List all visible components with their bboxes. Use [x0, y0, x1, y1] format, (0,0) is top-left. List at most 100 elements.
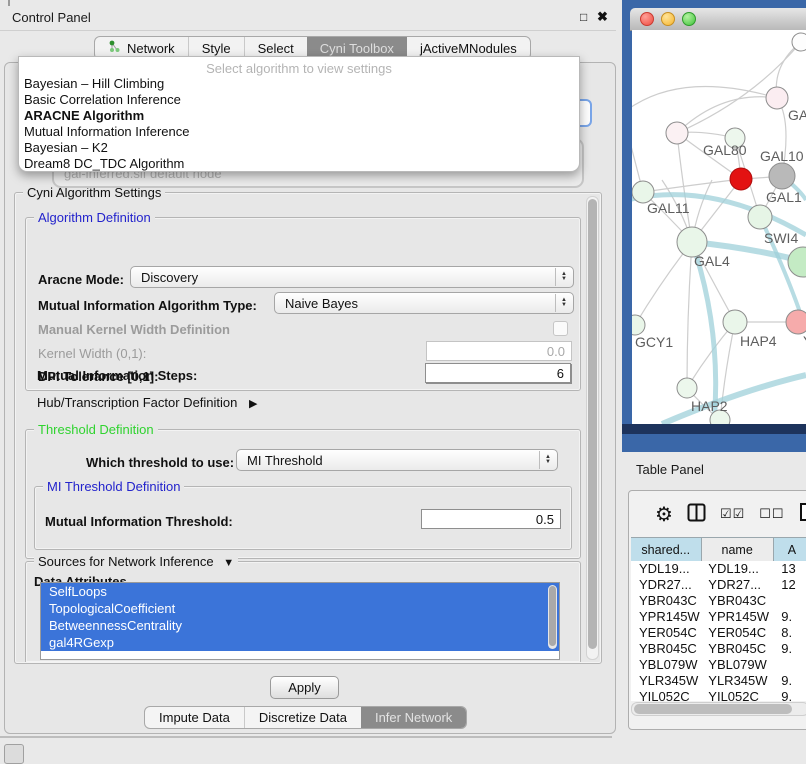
table-cell[interactable]: YDR27...	[631, 577, 700, 593]
table-cell[interactable]: YDL19...	[700, 561, 773, 577]
attributes-scrollbar-thumb[interactable]	[549, 586, 556, 646]
settings-scrollbar[interactable]	[586, 196, 599, 660]
table-cell[interactable]: YER054C	[631, 625, 700, 641]
gear-icon[interactable]: ⚙	[655, 502, 673, 527]
network-node[interactable]	[766, 87, 788, 109]
which-threshold-combobox[interactable]: MI Threshold ▲▼	[236, 449, 558, 471]
table-cell[interactable]: YLR345W	[700, 673, 773, 689]
table-cell[interactable]: YIL052C	[631, 689, 700, 701]
data-attribute-item[interactable]: BetweennessCentrality	[41, 617, 559, 634]
network-edge[interactable]	[677, 42, 801, 133]
tab-impute-data[interactable]: Impute Data	[145, 707, 244, 728]
table-row[interactable]: YBL079WYBL079W	[631, 657, 806, 673]
network-node[interactable]	[730, 168, 752, 190]
settings-scrollbar-thumb[interactable]	[588, 199, 597, 649]
table-cell[interactable]	[773, 657, 806, 673]
network-node[interactable]	[792, 33, 806, 51]
table-cell[interactable]	[773, 593, 806, 609]
sources-group-toggle[interactable]: Sources for Network Inference ▼	[34, 554, 238, 569]
table-cell[interactable]: YLR345W	[631, 673, 700, 689]
network-canvas[interactable]: GALGAL80GAL10GAL1GAL11SWI4GAL4GCY1HAP4YH…	[632, 30, 806, 424]
network-edge[interactable]	[643, 179, 741, 192]
table-cell[interactable]: YDL19...	[631, 561, 700, 577]
column-header-name[interactable]: name	[702, 538, 774, 562]
network-node[interactable]	[666, 122, 688, 144]
zoom-window-icon[interactable]	[682, 12, 696, 26]
table-cell[interactable]: YPR145W	[700, 609, 773, 625]
attributes-scrollbar[interactable]	[548, 585, 557, 649]
table-cell[interactable]: YBR045C	[700, 641, 773, 657]
table-cell[interactable]: YBR043C	[700, 593, 773, 609]
manual-kernel-checkbox[interactable]	[553, 321, 568, 336]
aracne-mode-stepper-icon[interactable]: ▲▼	[555, 268, 572, 286]
algorithm-option[interactable]: Bayesian – K2	[19, 140, 579, 156]
apply-button[interactable]: Apply	[270, 676, 339, 699]
which-threshold-stepper-icon[interactable]: ▲▼	[539, 451, 556, 469]
network-node[interactable]	[788, 247, 806, 277]
data-attribute-item[interactable]: gal4RGexp	[41, 634, 559, 651]
table-row[interactable]: YDL19...YDL19...13	[631, 561, 806, 577]
algorithm-option[interactable]: Bayesian – Hill Climbing	[19, 76, 579, 92]
algorithm-option[interactable]: ARACNE Algorithm	[19, 108, 579, 124]
mi-steps-field[interactable]: 6	[425, 363, 571, 383]
data-attribute-item[interactable]: TopologicalCoefficient	[41, 600, 559, 617]
aracne-mode-combobox[interactable]: Discovery ▲▼	[130, 266, 574, 288]
algorithm-option[interactable]: Basic Correlation Inference	[19, 92, 579, 108]
minimize-window-icon[interactable]	[661, 12, 675, 26]
table-cell[interactable]: YDR27...	[700, 577, 773, 593]
table-row[interactable]: YER054CYER054C8.	[631, 625, 806, 641]
table-cell[interactable]: YBR045C	[631, 641, 700, 657]
table-cell[interactable]: 9.	[773, 641, 806, 657]
split-columns-icon[interactable]	[687, 503, 706, 526]
column-header-shared-name[interactable]: shared...	[631, 538, 702, 562]
table-cell[interactable]: YER054C	[700, 625, 773, 641]
deselect-all-checkboxes-icon[interactable]: ☐☐	[759, 506, 784, 522]
network-window-titlebar[interactable]	[630, 8, 806, 31]
table-row[interactable]: YPR145WYPR145W9.	[631, 609, 806, 625]
table-row[interactable]: YBR043CYBR043C	[631, 593, 806, 609]
network-node[interactable]	[769, 163, 795, 189]
mi-threshold-field[interactable]: 0.5	[421, 509, 561, 529]
network-edge[interactable]	[632, 86, 777, 110]
kernel-width-field[interactable]: 0.0	[426, 341, 572, 361]
mi-type-combobox[interactable]: Naive Bayes ▲▼	[274, 292, 574, 314]
select-all-checkboxes-icon[interactable]: ☑☑	[720, 506, 745, 522]
network-node[interactable]	[723, 310, 747, 334]
mi-type-stepper-icon[interactable]: ▲▼	[555, 294, 572, 312]
table-row[interactable]: YIL052CYIL052C9.	[631, 689, 806, 701]
table-cell[interactable]: 9.	[773, 609, 806, 625]
table-horizontal-scrollbar[interactable]	[631, 702, 806, 716]
table-row[interactable]: YLR345WYLR345W9.	[631, 673, 806, 689]
network-node[interactable]	[632, 315, 645, 335]
collapsed-panel-button[interactable]	[4, 744, 24, 764]
table-row[interactable]: YBR045CYBR045C9.	[631, 641, 806, 657]
data-attribute-item[interactable]: SelfLoops	[41, 583, 559, 600]
tab-discretize-data[interactable]: Discretize Data	[244, 707, 361, 728]
table-row[interactable]: YDR27...YDR27...12	[631, 577, 806, 593]
document-icon[interactable]	[799, 502, 806, 526]
tab-infer-network[interactable]: Infer Network	[361, 707, 466, 728]
table-cell[interactable]: YBL079W	[700, 657, 773, 673]
algorithm-option[interactable]: Mutual Information Inference	[19, 124, 579, 140]
column-header-partial[interactable]: A	[774, 538, 806, 562]
table-horizontal-scrollbar-thumb[interactable]	[634, 704, 792, 714]
table-cell[interactable]: YBR043C	[631, 593, 700, 609]
network-node[interactable]	[786, 310, 806, 334]
network-node[interactable]	[677, 378, 697, 398]
table-cell[interactable]: 13	[773, 561, 806, 577]
network-edge[interactable]	[687, 242, 692, 388]
float-panel-icon[interactable]: □	[580, 10, 587, 24]
table-cell[interactable]: 8.	[773, 625, 806, 641]
table-cell[interactable]: YIL052C	[700, 689, 773, 701]
algorithm-option[interactable]: Dream8 DC_TDC Algorithm	[19, 156, 579, 172]
table-cell[interactable]: 9.	[773, 673, 806, 689]
close-window-icon[interactable]	[640, 12, 654, 26]
network-node[interactable]	[748, 205, 772, 229]
network-edge[interactable]	[677, 97, 777, 133]
close-panel-icon[interactable]: ✖	[597, 9, 608, 25]
table-cell[interactable]: YBL079W	[631, 657, 700, 673]
hub-definition-toggle[interactable]: Hub/Transcription Factor Definition ▶	[37, 395, 257, 410]
table-cell[interactable]: 12	[773, 577, 806, 593]
table-cell[interactable]: 9.	[773, 689, 806, 701]
table-cell[interactable]: YPR145W	[631, 609, 700, 625]
